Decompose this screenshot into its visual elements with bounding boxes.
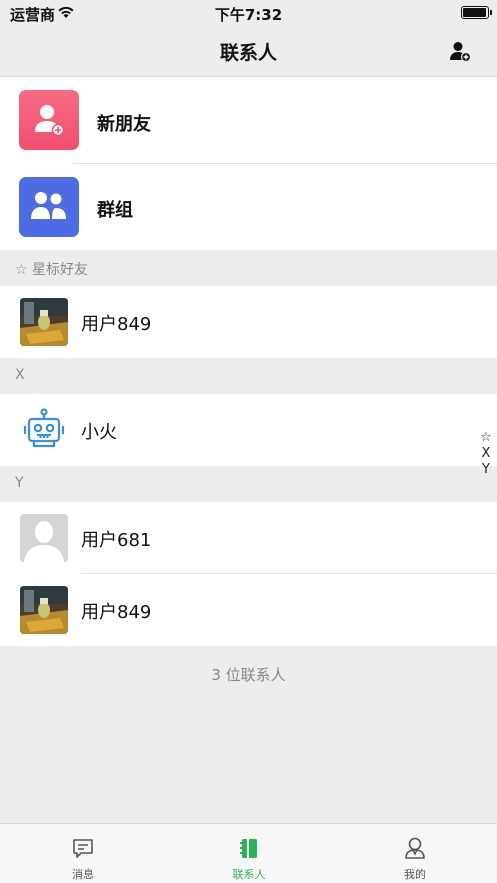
contact-row[interactable]: 用户849 <box>0 574 497 646</box>
index-y[interactable]: Y <box>479 462 493 478</box>
contact-name: 用户849 <box>81 314 152 335</box>
tab-label: 我的 <box>404 868 426 881</box>
page-title: 联系人 <box>219 42 277 64</box>
section-header-x: X <box>0 358 497 394</box>
avatar <box>20 406 68 454</box>
contact-count: 3 位联系人 <box>211 666 286 684</box>
contact-row[interactable]: 小火 <box>0 394 497 466</box>
add-contact-icon[interactable] <box>449 40 471 62</box>
tab-label: 联系人 <box>232 868 266 881</box>
contacts-book-icon <box>240 839 257 858</box>
battery-icon <box>461 6 492 19</box>
new-friends-row[interactable]: 新朋友 <box>0 77 497 164</box>
index-star[interactable]: ☆ <box>479 430 493 446</box>
section-header-starred: ☆ 星标好友 <box>0 250 497 286</box>
status-time: 下午7:32 <box>214 6 283 24</box>
status-bar: 运营商 下午7:32 <box>0 0 497 26</box>
group-tile <box>19 177 79 237</box>
groups-label: 群组 <box>97 200 133 221</box>
contact-row[interactable]: 用户681 <box>0 502 497 574</box>
contact-name: 用户849 <box>81 602 152 623</box>
add-friend-icon <box>35 105 65 137</box>
index-x[interactable]: X <box>479 446 493 462</box>
robot-icon <box>23 408 65 448</box>
group-icon <box>31 192 66 219</box>
nav-bar: 联系人 <box>0 26 497 77</box>
tab-label: 消息 <box>72 868 94 881</box>
new-friends-label: 新朋友 <box>97 114 151 135</box>
default-avatar-icon <box>20 514 68 562</box>
photo-avatar-icon <box>20 298 68 346</box>
avatar <box>20 514 68 562</box>
battery-level <box>463 8 486 17</box>
avatar <box>20 298 68 346</box>
contact-name: 用户681 <box>81 530 152 551</box>
avatar <box>20 586 68 634</box>
contact-row[interactable]: 用户849 <box>0 286 497 358</box>
section-title: X <box>15 367 25 383</box>
section-title: ☆ 星标好友 <box>15 262 89 278</box>
profile-icon <box>405 837 425 859</box>
photo-avatar-icon <box>20 586 68 634</box>
contact-name: 小火 <box>81 422 117 443</box>
section-header-y: Y <box>0 466 497 502</box>
alphabet-index[interactable]: ☆ X Y <box>479 430 493 478</box>
message-icon <box>73 839 93 858</box>
groups-row[interactable]: 群组 <box>0 164 497 250</box>
tab-me[interactable]: 我的 <box>332 824 497 883</box>
new-friend-tile <box>19 90 79 150</box>
tab-messages[interactable]: 消息 <box>0 824 166 883</box>
tab-bar: 消息 联系人 我的 <box>0 823 497 883</box>
tab-contacts[interactable]: 联系人 <box>166 824 332 883</box>
section-title: Y <box>15 475 24 491</box>
